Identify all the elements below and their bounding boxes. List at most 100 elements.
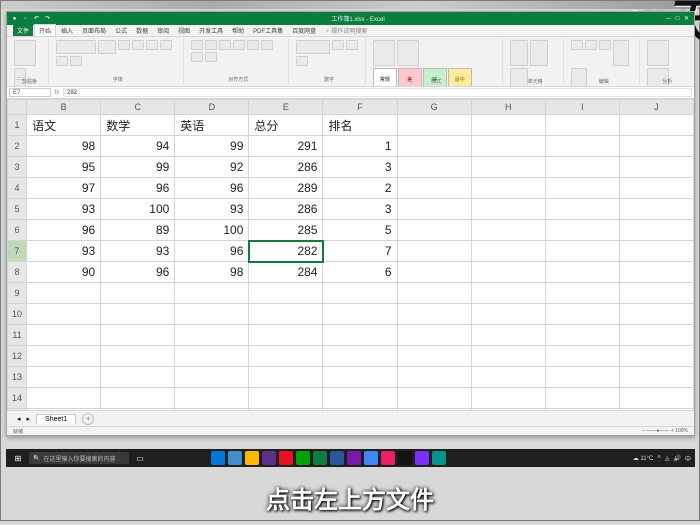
cell-D11[interactable] — [175, 325, 249, 346]
taskbar-app-1[interactable] — [228, 451, 242, 465]
add-sheet-icon[interactable]: + — [82, 413, 94, 425]
cell-B2[interactable]: 98 — [27, 136, 101, 157]
delete-cell-icon[interactable] — [530, 40, 548, 66]
cell-I1[interactable] — [545, 115, 619, 136]
cell-H11[interactable] — [471, 325, 545, 346]
row-header-2[interactable]: 2 — [8, 136, 27, 157]
cell-H6[interactable] — [471, 220, 545, 241]
cell-C4[interactable]: 96 — [101, 178, 175, 199]
autosave-toggle[interactable]: ● — [11, 15, 18, 22]
border-icon[interactable] — [160, 40, 172, 50]
sort-filter-icon[interactable] — [613, 40, 629, 66]
task-view-icon[interactable]: ▭ — [132, 451, 148, 465]
clear-icon[interactable] — [599, 40, 611, 50]
cell-D4[interactable]: 96 — [175, 178, 249, 199]
minimize-icon[interactable]: ─ — [665, 15, 672, 22]
cell-H7[interactable] — [471, 241, 545, 262]
cell-D2[interactable]: 99 — [175, 136, 249, 157]
bold-icon[interactable] — [118, 40, 130, 50]
underline-icon[interactable] — [146, 40, 158, 50]
cell-E11[interactable] — [249, 325, 323, 346]
row-header-6[interactable]: 6 — [8, 220, 27, 241]
cell-G7[interactable] — [397, 241, 471, 262]
tab-data[interactable]: 数据 — [132, 25, 152, 36]
cell-J2[interactable] — [619, 136, 693, 157]
cell-D9[interactable] — [175, 283, 249, 304]
fx-icon[interactable]: fx — [51, 90, 63, 96]
cell-J3[interactable] — [619, 157, 693, 178]
cell-E6[interactable]: 285 — [249, 220, 323, 241]
cell-J6[interactable] — [619, 220, 693, 241]
cell-J10[interactable] — [619, 304, 693, 325]
cell-C12[interactable] — [101, 346, 175, 367]
cell-F7[interactable]: 7 — [323, 241, 397, 262]
taskbar-app-2[interactable] — [245, 451, 259, 465]
cell-D8[interactable]: 98 — [175, 262, 249, 283]
tab-review[interactable]: 审阅 — [153, 25, 173, 36]
cell-H2[interactable] — [471, 136, 545, 157]
row-header-4[interactable]: 4 — [8, 178, 27, 199]
cell-D1[interactable]: 英语 — [175, 115, 249, 136]
cell-G15[interactable] — [397, 409, 471, 411]
cell-D5[interactable]: 93 — [175, 199, 249, 220]
cell-B4[interactable]: 97 — [27, 178, 101, 199]
cell-C8[interactable]: 96 — [101, 262, 175, 283]
align-left-icon[interactable] — [233, 40, 245, 50]
cell-D14[interactable] — [175, 388, 249, 409]
cell-H1[interactable] — [471, 115, 545, 136]
cell-J8[interactable] — [619, 262, 693, 283]
row-header-12[interactable]: 12 — [8, 346, 27, 367]
tab-dev[interactable]: 开发工具 — [195, 25, 227, 36]
cell-E13[interactable] — [249, 367, 323, 388]
cell-D10[interactable] — [175, 304, 249, 325]
col-header-I[interactable]: I — [545, 100, 619, 115]
cell-F6[interactable]: 5 — [323, 220, 397, 241]
cell-D6[interactable]: 100 — [175, 220, 249, 241]
cell-B7[interactable]: 93 — [27, 241, 101, 262]
cell-H15[interactable] — [471, 409, 545, 411]
analyze-icon[interactable] — [647, 40, 669, 66]
col-header-J[interactable]: J — [619, 100, 693, 115]
row-header-1[interactable]: 1 — [8, 115, 27, 136]
cell-J1[interactable] — [619, 115, 693, 136]
save-icon[interactable]: ▫ — [22, 15, 29, 22]
italic-icon[interactable] — [132, 40, 144, 50]
cell-F11[interactable] — [323, 325, 397, 346]
cell-H14[interactable] — [471, 388, 545, 409]
col-header-H[interactable]: H — [471, 100, 545, 115]
row-header-10[interactable]: 10 — [8, 304, 27, 325]
taskbar-app-6[interactable] — [313, 451, 327, 465]
tab-formulas[interactable]: 公式 — [111, 25, 131, 36]
cell-F12[interactable] — [323, 346, 397, 367]
tab-pdf[interactable]: PDF工具集 — [249, 25, 287, 36]
cell-C3[interactable]: 99 — [101, 157, 175, 178]
cell-G9[interactable] — [397, 283, 471, 304]
insert-cell-icon[interactable] — [510, 40, 528, 66]
currency-icon[interactable] — [332, 40, 344, 50]
taskbar-app-0[interactable] — [211, 451, 225, 465]
autosum-icon[interactable] — [571, 40, 583, 50]
cell-I11[interactable] — [545, 325, 619, 346]
font-name-picker[interactable] — [56, 40, 96, 54]
cell-F13[interactable] — [323, 367, 397, 388]
tray-up-icon[interactable]: ˄ — [657, 455, 661, 461]
cell-E12[interactable] — [249, 346, 323, 367]
tab-layout[interactable]: 页面布局 — [78, 25, 110, 36]
cell-H4[interactable] — [471, 178, 545, 199]
merge-icon[interactable] — [205, 52, 217, 62]
col-header-G[interactable]: G — [397, 100, 471, 115]
col-header-C[interactable]: C — [101, 100, 175, 115]
number-format-picker[interactable] — [296, 40, 330, 54]
cell-B11[interactable] — [27, 325, 101, 346]
taskbar-app-3[interactable] — [262, 451, 276, 465]
tab-view[interactable]: 视图 — [174, 25, 194, 36]
cell-E4[interactable]: 289 — [249, 178, 323, 199]
cell-B9[interactable] — [27, 283, 101, 304]
cell-B12[interactable] — [27, 346, 101, 367]
cell-G14[interactable] — [397, 388, 471, 409]
taskbar-app-13[interactable] — [432, 451, 446, 465]
row-header-5[interactable]: 5 — [8, 199, 27, 220]
cell-G6[interactable] — [397, 220, 471, 241]
row-header-9[interactable]: 9 — [8, 283, 27, 304]
cell-E2[interactable]: 291 — [249, 136, 323, 157]
